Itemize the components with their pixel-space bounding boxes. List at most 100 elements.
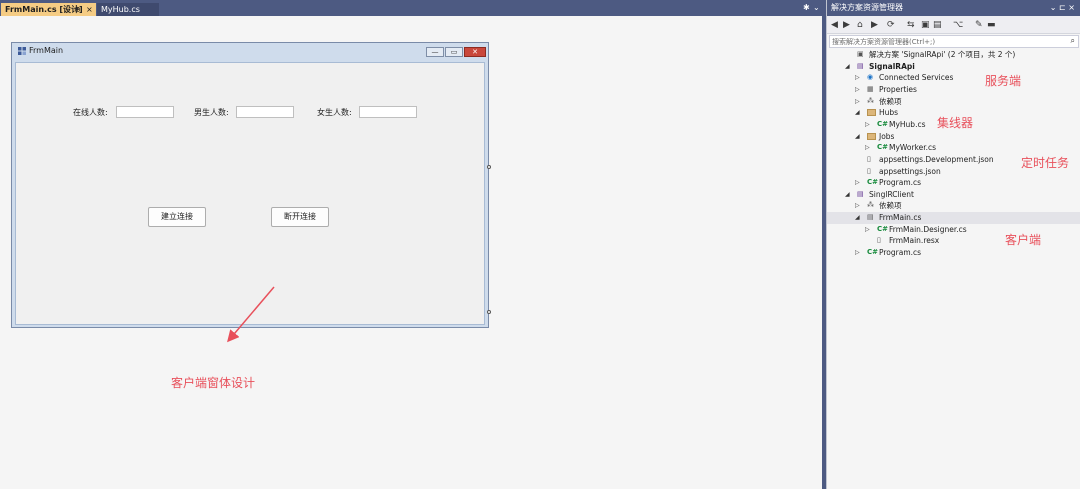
tree-item[interactable]: ◢ ▤ SignalRApi [827, 61, 1080, 73]
toolbar-button-icon[interactable]: ◀ [831, 20, 838, 30]
tree-item[interactable]: ▷ C# MyWorker.cs [827, 142, 1080, 154]
chevron-down-icon[interactable]: ⌄ [813, 3, 820, 13]
online-count-field[interactable] [116, 106, 174, 118]
tree-item-label: Jobs [879, 131, 895, 141]
expand-icon[interactable]: ▷ [855, 72, 860, 84]
toolbar-button-icon[interactable]: ⇆ [907, 20, 915, 30]
form-designer-surface: FrmMain — ▭ ✕ 在线人数: 男生人数: 女生人数: 建立连接 断开连… [0, 16, 822, 489]
dependencies-icon: ⁂ [867, 96, 874, 105]
annotation-server: 服务端 [985, 74, 1022, 88]
search-placeholder: 搜索解决方案资源管理器(Ctrl+;) [832, 38, 936, 46]
project-icon: ▤ [857, 61, 864, 70]
toolbar-button-icon[interactable]: ▣ [921, 20, 930, 30]
close-button[interactable]: ✕ [464, 47, 486, 57]
resize-handle-right[interactable] [487, 165, 491, 169]
tree-item-label: MyWorker.cs [889, 143, 937, 153]
properties-icon: ▦ [867, 84, 874, 93]
label-female-count: 女生人数: [317, 108, 352, 117]
expand-icon[interactable]: ▷ [855, 177, 860, 189]
tree-item[interactable]: ▷ ▦ Properties [827, 84, 1080, 96]
expand-icon[interactable]: ▷ [855, 247, 860, 259]
tree-item-label: FrmMain.cs [879, 213, 922, 223]
solution-explorer-title-bar: 解决方案资源管理器 ⌄ ⊏ × [827, 0, 1080, 16]
expand-icon[interactable]: ▷ [855, 96, 860, 108]
expand-icon[interactable]: ▷ [855, 200, 860, 212]
collapse-icon[interactable]: ◢ [845, 61, 850, 73]
expand-icon[interactable]: ▷ [865, 224, 870, 236]
male-count-field[interactable] [236, 106, 294, 118]
solution-search-input[interactable]: 搜索解决方案资源管理器(Ctrl+;) ⌕ [829, 35, 1079, 48]
tree-item[interactable]: ▷ C# Program.cs [827, 247, 1080, 259]
tree-item[interactable]: ◢ Jobs [827, 131, 1080, 143]
connected-services-icon: ◉ [867, 73, 874, 82]
expand-icon[interactable]: ▷ [865, 119, 870, 131]
pin-icon[interactable]: ⊕ [74, 3, 81, 16]
toolbar-button-icon[interactable]: ✎ [975, 20, 983, 30]
tree-item[interactable]: ▷ ◉ Connected Services [827, 72, 1080, 84]
tab-label: MyHub.cs [101, 5, 140, 14]
solution-explorer-title: 解决方案资源管理器 [831, 3, 903, 12]
tree-item[interactable]: ▣ 解决方案 'SignalRApi' (2 个项目，共 2 个) [827, 49, 1080, 61]
close-icon[interactable]: × [86, 3, 93, 16]
toolbar-button-icon[interactable]: ▤ [933, 20, 942, 30]
collapse-icon[interactable]: ◢ [845, 189, 850, 201]
toolbar-button-icon[interactable]: ⌥ [953, 20, 963, 30]
solution-explorer-toolbar: ◀ ▶ ⌂ ▶ ⟳ ⇆ ▣ ▤ ⌥ ✎ ▬ [827, 16, 1080, 34]
tree-item-label: 依赖项 [879, 96, 902, 106]
expand-icon[interactable]: ▷ [865, 142, 870, 154]
annotation-hub: 集线器 [937, 116, 974, 130]
form-file-icon: ▤ [867, 213, 874, 222]
toolbar-button-icon[interactable]: ▶ [843, 20, 850, 30]
tree-item-label: 依赖项 [879, 201, 902, 211]
tree-item-label: 解决方案 'SignalRApi' (2 个项目，共 2 个) [869, 50, 1016, 59]
tab-myhub[interactable]: MyHub.cs [97, 3, 159, 16]
settings-icon[interactable]: ✱ [803, 3, 810, 13]
label-male-count: 男生人数: [194, 108, 229, 117]
female-count-field[interactable] [359, 106, 417, 118]
json-file-icon: ▯ [867, 166, 871, 175]
toolbar-button-icon[interactable]: ⌂ [857, 20, 863, 30]
label-online-count: 在线人数: [73, 108, 108, 117]
tree-item[interactable]: ▷ C# Program.cs [827, 177, 1080, 189]
toolbar-button-icon[interactable]: ▶ [871, 20, 878, 30]
tree-item-label: SinglRClient [869, 189, 914, 199]
tree-item-label: appsettings.Development.json [879, 154, 994, 164]
toolbar-button-icon[interactable]: ⟳ [887, 20, 895, 30]
tree-item[interactable]: ▯ FrmMain.resx [827, 235, 1080, 247]
tree-item[interactable]: ▷ ⁂ 依赖项 [827, 200, 1080, 212]
annotation-client: 客户端 [1005, 233, 1042, 247]
form-client-area: 在线人数: 男生人数: 女生人数: 建立连接 断开连接 [15, 62, 485, 325]
connect-button[interactable]: 建立连接 [148, 207, 206, 227]
tree-item-label: MyHub.cs [889, 119, 926, 129]
collapse-icon[interactable]: ◢ [855, 131, 860, 143]
collapse-icon[interactable]: ◢ [855, 212, 860, 224]
search-icon[interactable]: ⌕ [1071, 36, 1075, 46]
csharp-file-icon: C# [877, 119, 889, 128]
tree-item[interactable]: ▷ C# FrmMain.Designer.cs [827, 224, 1080, 236]
tab-frmmain-design[interactable]: FrmMain.cs [设计] ⊕ × [1, 3, 96, 16]
solution-explorer: 解决方案资源管理器 ⌄ ⊏ × ◀ ▶ ⌂ ▶ ⟳ ⇆ ▣ ▤ ⌥ ✎ ▬ 搜索解决方案资源管理器(… [826, 0, 1080, 489]
resize-handle-corner[interactable] [487, 310, 491, 314]
resource-file-icon: ▯ [877, 236, 881, 245]
dependencies-icon: ⁂ [867, 201, 874, 210]
tab-label: FrmMain.cs [设计] [5, 5, 83, 14]
annotation-timer: 定时任务 [1021, 156, 1070, 170]
tree-item-label: FrmMain.resx [889, 236, 940, 246]
tree-item[interactable]: ◢ ▤ FrmMain.cs [827, 212, 1080, 224]
form-window-frmmain[interactable]: FrmMain — ▭ ✕ 在线人数: 男生人数: 女生人数: 建立连接 断开连… [11, 42, 489, 328]
project-icon: ▤ [857, 189, 864, 198]
tree-item-label: appsettings.json [879, 166, 941, 176]
tree-item-label: Program.cs [879, 178, 922, 188]
document-tab-strip: FrmMain.cs [设计] ⊕ × MyHub.cs ✱ ⌄ [0, 0, 822, 16]
toolbar-button-icon[interactable]: ▬ [987, 20, 996, 30]
disconnect-button[interactable]: 断开连接 [271, 207, 329, 227]
title-bar-buttons[interactable]: ⌄ ⊏ × [1050, 0, 1075, 16]
minimize-button[interactable]: — [426, 47, 444, 57]
json-file-icon: ▯ [867, 154, 871, 163]
maximize-button[interactable]: ▭ [445, 47, 463, 57]
tree-item[interactable]: ▷ ⁂ 依赖项 [827, 96, 1080, 108]
tree-item-label: Properties [879, 84, 917, 94]
collapse-icon[interactable]: ◢ [855, 107, 860, 119]
expand-icon[interactable]: ▷ [855, 84, 860, 96]
tree-item[interactable]: ◢ ▤ SinglRClient [827, 189, 1080, 201]
